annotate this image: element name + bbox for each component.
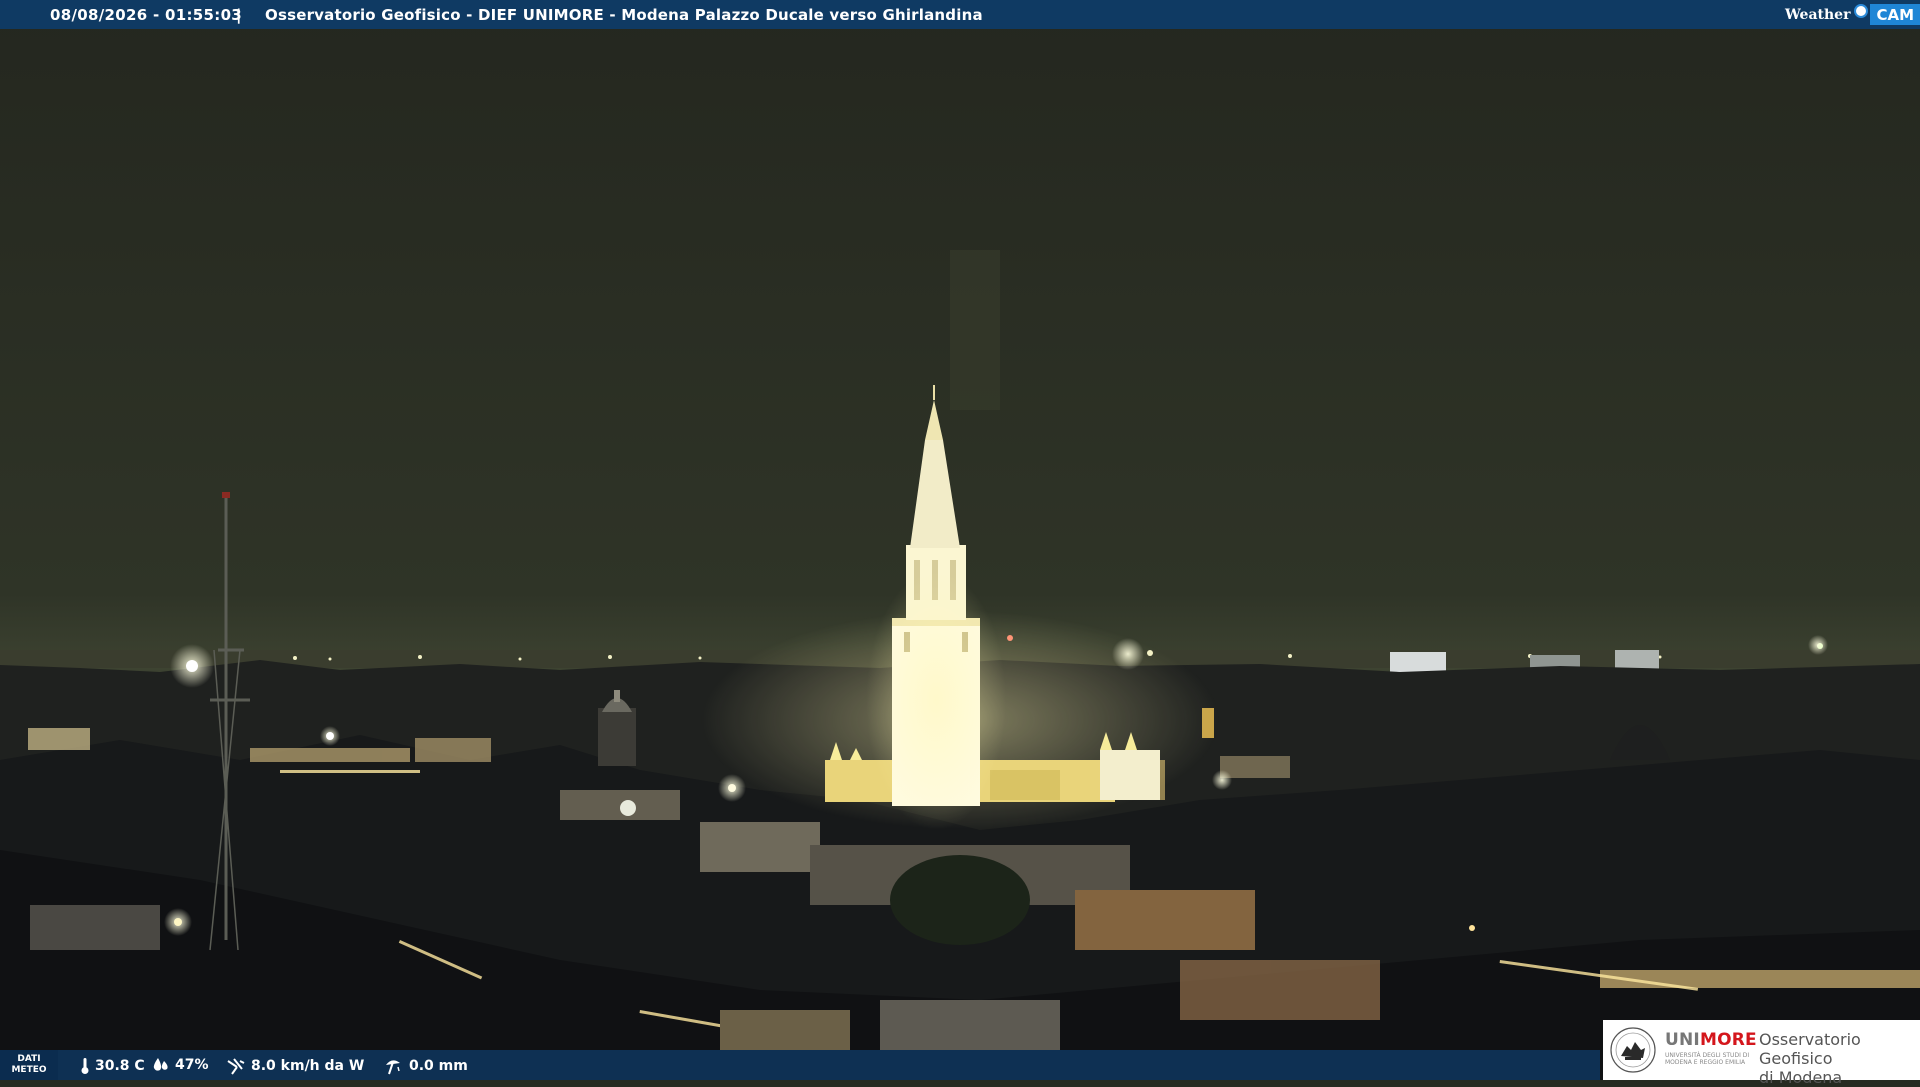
weathercam-logo-weather: Weather [1784,6,1851,23]
temperature-reading: 30.8 C [80,1057,145,1075]
title-banner: 08/08/2026 - 01:55:03 | Osservatorio Geo… [0,0,1920,29]
capture-datetime: 08/08/2026 - 01:55:03 [50,6,243,24]
unimore-subtitle-line1: UNIVERSITÀ DEGLI STUDI DI [1665,1052,1750,1059]
tower-halo [866,570,1006,830]
lens-reflection [950,250,1000,410]
unimore-wordmark-gray: UNI [1665,1030,1700,1050]
weathercam-logo-cam: CAM [1870,4,1920,25]
unimore-wordmark-red: MORE [1699,1030,1757,1050]
rain-gauge-icon [386,1060,400,1075]
observatory-name-line1: Osservatorio Geofisico [1759,1030,1861,1068]
humidity-value: 47% [175,1057,209,1073]
thermometer-icon [81,1058,89,1074]
wind-icon [227,1058,245,1075]
weathercam-logo: Weather CAM [1785,0,1920,29]
weather-label: DATI METEO [0,1050,58,1080]
weather-label-line1: DATI [17,1054,41,1064]
lit-window-block [30,905,160,950]
unimore-subtitle-line2: MODENA E REGGIO EMILIA [1665,1059,1746,1066]
unimore-wordmark: UNIMORE [1665,1030,1757,1050]
webcam-night-view [0,0,1920,1080]
observatory-name: Osservatorio Geofisico di Modena [1759,1030,1920,1087]
university-seal-icon [1610,1027,1656,1073]
temperature-value: 30.8 C [95,1058,145,1074]
trees [890,855,1030,945]
unimore-subtitle: UNIVERSITÀ DEGLI STUDI DI MODENA E REGGI… [1665,1052,1755,1066]
wind-reading: 8.0 km/h da W [226,1057,364,1075]
lit-window-block [720,1010,850,1050]
unimore-logo: UNIMORE UNIVERSITÀ DEGLI STUDI DI MODENA… [1603,1020,1920,1087]
weathercam-logo-dot-icon [1854,3,1869,18]
rain-reading: 0.0 mm [384,1057,468,1075]
camera-caption: Osservatorio Geofisico - DIEF UNIMORE - … [265,6,983,24]
banner-separator: | [236,6,242,24]
observatory-name-line2: di Modena [1759,1068,1843,1087]
rain-value: 0.0 mm [409,1058,468,1074]
weather-label-line2: METEO [11,1065,47,1075]
antenna-top-light [222,492,230,498]
humidity-reading: 47% [152,1057,209,1073]
weather-data-strip: DATI METEO 30.8 C 47% 8.0 km/h da W 0.0 … [0,1050,1600,1080]
lit-window-block [880,1000,1060,1050]
wind-value: 8.0 km/h da W [251,1058,365,1074]
humidity-drop-icon [153,1058,168,1071]
